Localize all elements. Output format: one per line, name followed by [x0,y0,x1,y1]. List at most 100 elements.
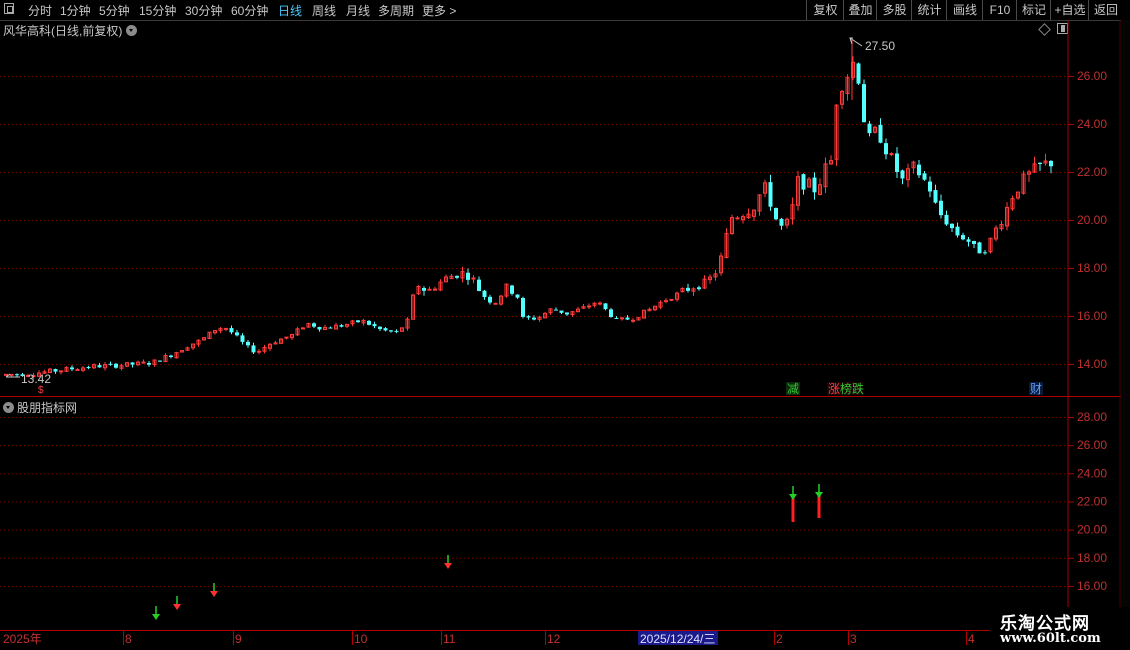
time-label: 12 [547,632,561,646]
event-marker-list[interactable]: 榜 [840,381,852,396]
candle-body [301,327,305,330]
time-label: 8 [125,632,132,646]
time-cursor-label: 2025/12/24/三 [640,632,715,646]
candle-body [625,317,630,320]
candle-body [312,323,316,327]
candle-body [515,294,520,298]
candle-body [944,214,949,225]
candle-body [966,239,971,242]
candle-body [856,63,861,84]
time-label: 9 [235,632,242,646]
candle-body [532,317,536,320]
price-tick-label: 22.00 [1077,165,1107,179]
candle-body [15,374,19,376]
candle-body [367,320,371,325]
event-markers: 减 涨 榜 跌 财 [786,381,1043,396]
event-marker-finance[interactable]: 财 [1030,382,1042,396]
price-tick-label: 18.00 [1077,261,1107,275]
candle-body [86,367,91,369]
signal-arrowhead [444,563,452,569]
candle-body [114,363,118,368]
candle-body [482,290,487,298]
event-marker-down[interactable]: 跌 [852,381,864,396]
dollar-marker: $ [38,385,44,396]
candle-body [147,362,151,365]
candle-body [922,173,927,180]
candles [4,40,1053,379]
candle-body [383,328,388,331]
candle-body [488,296,492,303]
candle-body [1049,160,1053,167]
indicator-tick-label: 20.00 [1077,523,1107,537]
candle-body [559,310,564,313]
candle-body [774,207,778,220]
candle-body [130,362,135,365]
candle-body [598,302,602,305]
event-marker-reduce[interactable]: 减 [787,382,799,396]
candle-body [955,226,960,236]
candle-body [97,365,102,368]
candle-body [609,309,613,318]
candle-body [433,288,437,291]
candle-body [229,328,234,333]
candle-body [427,288,432,291]
signal-arrowhead [210,591,218,597]
candle-body [53,369,58,372]
candle-body [493,302,498,305]
candle-body [697,287,701,290]
candle-body [339,325,344,327]
candle-body [317,326,322,330]
candle-body [526,316,531,318]
kline-chart[interactable]: 26.00 24.00 22.00 20.00 18.00 16.00 14.00 28.0… [0,0,1130,650]
candle-body [394,330,399,332]
signal-arrow [444,555,452,569]
price-tick-label: 14.00 [1077,357,1107,371]
candle-body [471,277,476,280]
candle-body [169,355,173,357]
event-marker-up[interactable]: 涨 [828,381,840,396]
main-grid [0,76,1068,365]
candle-body [768,182,773,207]
candle-body [158,360,162,362]
candle-body [603,303,608,310]
candle-body [372,324,377,327]
candle-body [378,326,382,330]
indicator-signals [152,484,823,620]
candle-body [9,373,14,376]
candle-body [972,240,976,244]
candle-body [141,361,146,364]
candle-body [933,190,938,203]
signal-arrow [173,596,181,610]
candle-body [801,174,806,190]
candle-body [735,217,740,220]
indicator-price-axis: 28.00 26.00 24.00 22.00 20.00 18.00 16.00 [1068,410,1107,593]
candle-body [631,319,635,322]
candle-body [422,288,426,291]
candle-body [895,153,899,172]
time-label: 10 [354,632,368,646]
price-tick-label: 24.00 [1077,117,1107,131]
candle-body [224,327,228,330]
signal-arrowhead [152,614,160,620]
time-label: 3 [850,632,857,646]
time-label: 2 [776,632,783,646]
indicator-tick-label: 18.00 [1077,551,1107,565]
candle-body [983,252,987,254]
candle-body [70,367,74,370]
candle-body [961,235,965,240]
candle-body [477,279,481,291]
watermark-url: www.60lt.com [1000,631,1101,646]
candle-body [466,272,470,280]
signal-arrow [152,606,160,620]
signal-arrowhead [789,494,797,500]
main-price-axis: 26.00 24.00 22.00 20.00 18.00 16.00 14.00 [1068,69,1107,371]
indicator-tick-label: 28.00 [1077,410,1107,424]
high-marker: 27.50 [849,37,895,53]
signal-arrow [210,583,218,597]
candle-body [75,368,80,371]
candle-body [356,320,360,323]
candle-body [389,330,393,332]
time-axis: 2025年 8 9 10 11 12 2025/12/24/三 2 3 4 [0,630,1068,646]
candle-body [455,275,459,278]
candle-body [521,297,525,317]
